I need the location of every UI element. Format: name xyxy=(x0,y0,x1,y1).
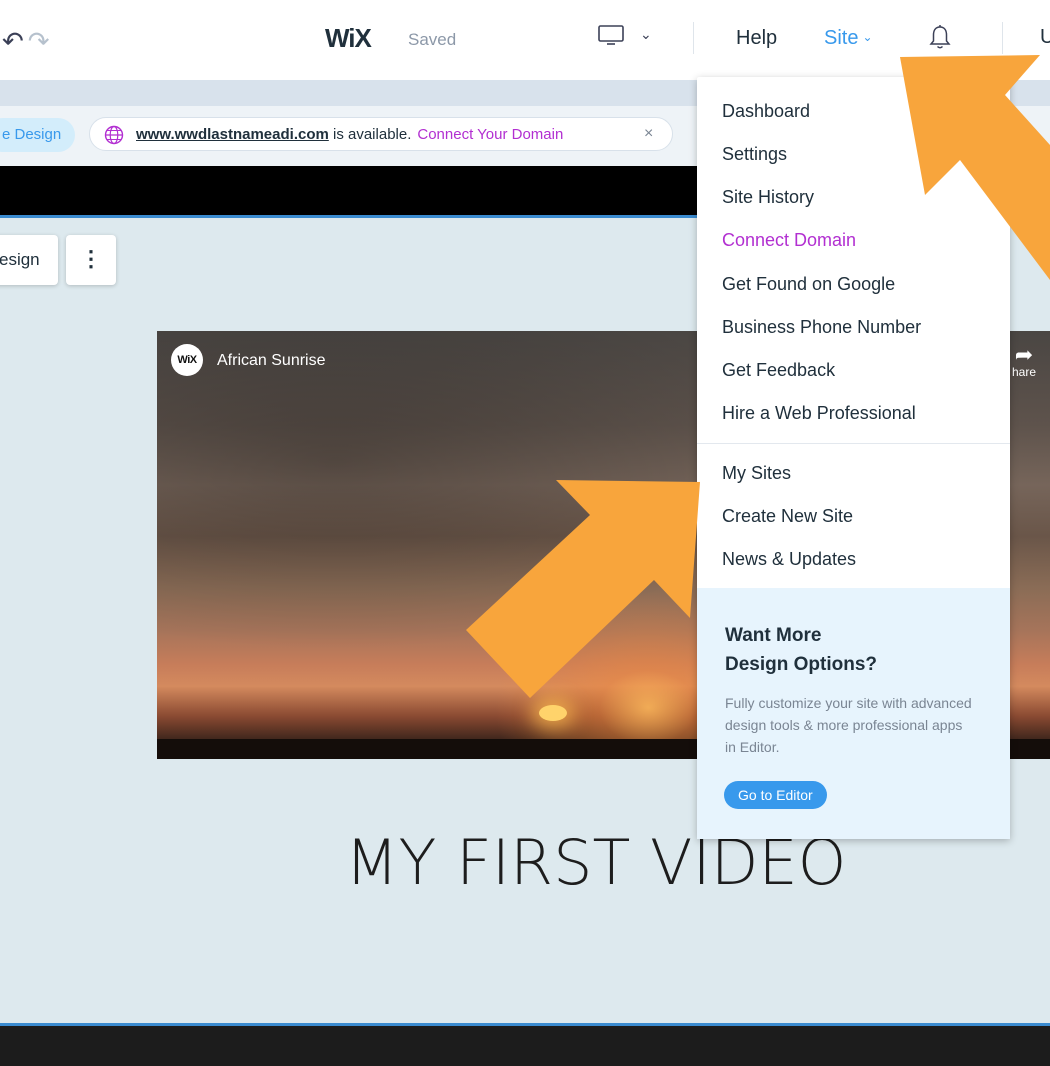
close-icon[interactable]: × xyxy=(644,125,653,143)
promo-title: Want More Design Options? xyxy=(725,621,985,679)
menu-item-get-found-on-google[interactable]: Get Found on Google xyxy=(722,274,895,295)
menu-item-business-phone-number[interactable]: Business Phone Number xyxy=(722,317,921,338)
site-menu-label: Site xyxy=(824,27,859,49)
site-menu[interactable]: Site ⌄ xyxy=(824,27,873,50)
menu-item-create-new-site[interactable]: Create New Site xyxy=(722,506,853,527)
go-to-editor-button[interactable]: Go to Editor xyxy=(724,781,827,809)
design-pill-button[interactable]: e Design xyxy=(0,118,76,152)
menu-divider xyxy=(697,443,1010,444)
share-label: hare xyxy=(1011,365,1036,379)
divider xyxy=(1002,22,1003,54)
redo-icon[interactable]: ↷ xyxy=(28,26,54,56)
wix-logo: WiX xyxy=(325,23,372,53)
menu-item-site-history[interactable]: Site History xyxy=(722,187,814,208)
video-title[interactable]: African Sunrise xyxy=(217,352,326,370)
site-dropdown-menu: Dashboard Settings Site History Connect … xyxy=(697,77,1010,839)
site-footer-strip xyxy=(0,1026,1050,1066)
menu-item-settings[interactable]: Settings xyxy=(722,144,787,165)
change-design-label: esign xyxy=(0,250,40,269)
menu-item-hire-a-web-professional[interactable]: Hire a Web Professional xyxy=(722,403,916,424)
help-menu[interactable]: Help xyxy=(736,27,777,50)
menu-item-my-sites[interactable]: My Sites xyxy=(722,463,791,484)
promo-description: Fully customize your site with advanced … xyxy=(725,695,972,755)
domain-name-link[interactable]: www.wwdlastnameadi.com xyxy=(136,126,329,143)
more-options-button[interactable]: ⋮ xyxy=(66,235,116,285)
menu-item-dashboard[interactable]: Dashboard xyxy=(722,101,810,122)
globe-icon xyxy=(104,125,124,145)
undo-icon[interactable]: ↶ xyxy=(2,26,28,56)
upgrade-button[interactable]: U xyxy=(1040,26,1050,49)
share-button[interactable]: ➦ hare xyxy=(1011,342,1036,380)
desktop-icon[interactable] xyxy=(598,25,624,45)
change-design-button[interactable]: esign xyxy=(0,235,58,285)
menu-item-get-feedback[interactable]: Get Feedback xyxy=(722,360,835,381)
menu-item-news-updates[interactable]: News & Updates xyxy=(722,549,856,570)
promo-title-line: Design Options? xyxy=(725,654,877,675)
editor-top-bar: ↶↷ WiX Saved ⌄ Help Site ⌄ U xyxy=(0,0,1050,80)
sun-highlight xyxy=(539,705,567,721)
divider xyxy=(693,22,694,54)
undo-redo-group: ↶↷ xyxy=(2,26,54,57)
domain-notification: www.wwdlastnameadi.com is available. Conn… xyxy=(89,117,673,151)
connect-domain-link[interactable]: Connect Your Domain xyxy=(417,126,563,143)
domain-message: www.wwdlastnameadi.com is available. Conn… xyxy=(136,126,563,143)
editor-promo: Want More Design Options? Fully customiz… xyxy=(697,588,1010,839)
bell-icon[interactable] xyxy=(928,24,952,50)
menu-item-connect-domain[interactable]: Connect Domain xyxy=(722,230,856,251)
chevron-down-icon: ⌄ xyxy=(862,30,873,44)
promo-title-line: Want More xyxy=(725,625,822,646)
domain-availability-text: is available. xyxy=(328,126,412,143)
channel-avatar: WiX xyxy=(171,344,203,376)
chevron-down-icon[interactable]: ⌄ xyxy=(640,26,652,43)
save-status: Saved xyxy=(408,30,457,49)
share-icon: ➦ xyxy=(1014,342,1034,367)
